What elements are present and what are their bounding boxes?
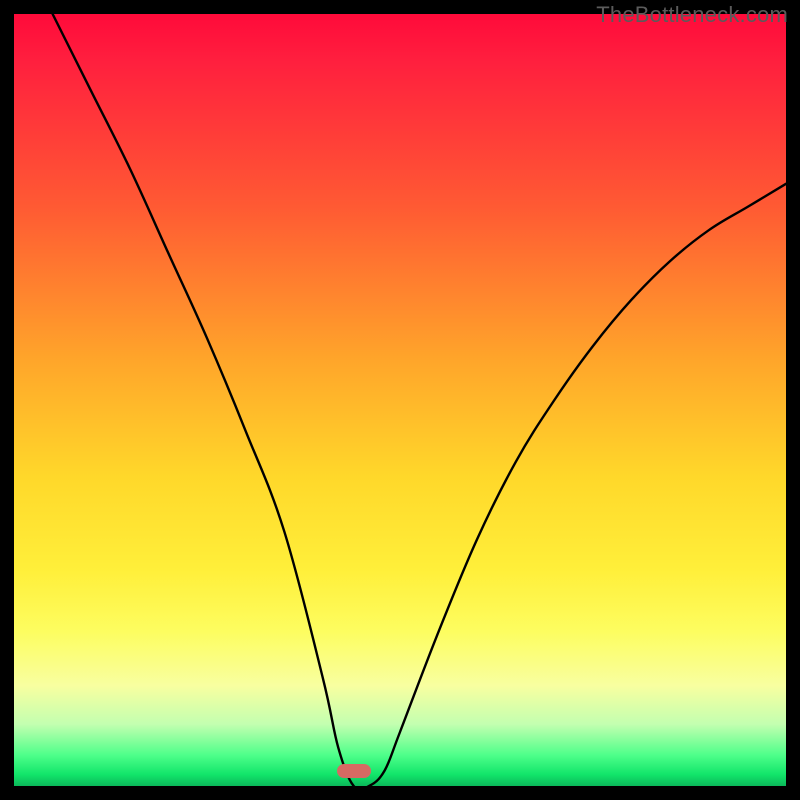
optimal-marker bbox=[337, 764, 371, 778]
watermark-text: TheBottleneck.com bbox=[596, 2, 788, 28]
gradient-plot-area bbox=[14, 14, 786, 786]
chart-frame: TheBottleneck.com bbox=[0, 0, 800, 800]
bottleneck-curve bbox=[14, 14, 786, 786]
